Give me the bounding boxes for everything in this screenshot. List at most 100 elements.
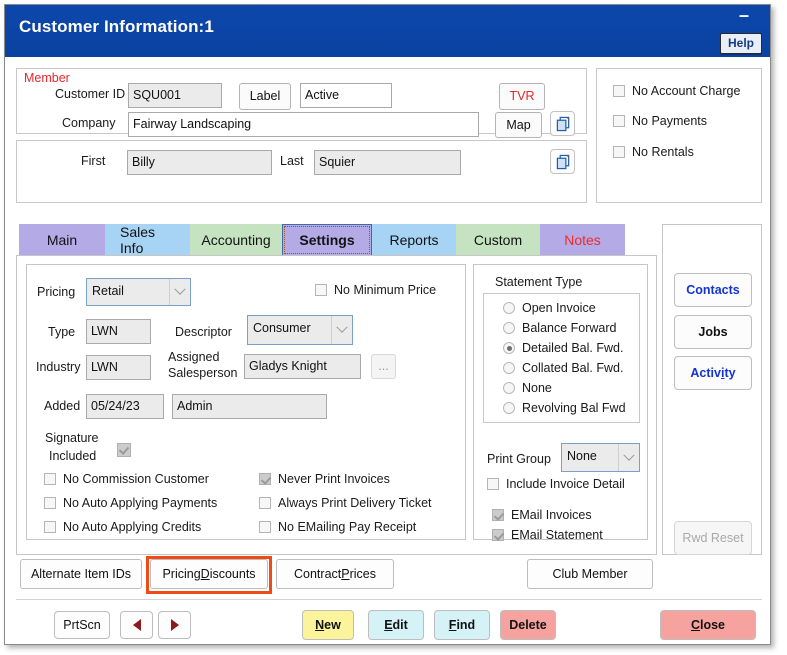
checkbox-no-auto-applying-credits[interactable] (44, 521, 56, 533)
edit-button[interactable]: Edit (368, 610, 424, 640)
last-name-input[interactable]: Squier (314, 150, 461, 175)
contract-prices-label-post: rices (349, 567, 376, 581)
tab-notes[interactable]: Notes (540, 224, 625, 256)
contract-prices-button[interactable]: Contract Prices (276, 559, 394, 589)
tab-custom[interactable]: Custom (456, 224, 540, 256)
next-arrow-icon (170, 619, 179, 631)
checkbox-no-minimum-price[interactable] (315, 284, 327, 296)
prtscn-button[interactable]: PrtScn (54, 611, 110, 639)
checkbox-no-payments[interactable] (613, 115, 625, 127)
contacts-button[interactable]: Contacts (674, 273, 752, 307)
industry-input[interactable]: LWN (86, 355, 151, 380)
include-invoice-detail-row[interactable]: Include Invoice Detail (487, 477, 625, 491)
checkbox-include-invoice-detail[interactable] (487, 478, 499, 490)
map-button[interactable]: Map (495, 112, 542, 138)
tab-main[interactable]: Main (19, 224, 105, 256)
type-input[interactable]: LWN (86, 319, 151, 344)
delete-button[interactable]: Delete (500, 610, 556, 640)
find-button[interactable]: Find (434, 610, 490, 640)
added-by-input[interactable]: Admin (172, 394, 327, 419)
radio-indicator[interactable] (503, 342, 515, 354)
status-input[interactable]: Active (300, 83, 392, 108)
jobs-button[interactable]: Jobs (674, 315, 752, 349)
checkbox-no-account-charge[interactable] (613, 85, 625, 97)
radio-indicator[interactable] (503, 362, 515, 374)
chevron-down-icon[interactable] (331, 316, 352, 344)
flag-no-rentals[interactable]: No Rentals (613, 145, 694, 159)
tab-accounting[interactable]: Accounting (190, 224, 282, 256)
checkbox-email-statement[interactable] (492, 529, 504, 541)
tab-settings[interactable]: Settings (282, 224, 372, 256)
first-name-input[interactable]: Billy (127, 150, 272, 175)
member-label: Member (24, 71, 70, 85)
new-accelerator: N (315, 618, 325, 632)
checkbox-label: No Commission Customer (63, 472, 209, 486)
email-statement-row[interactable]: EMail Statement (492, 528, 603, 542)
always-print-delivery-ticket-row[interactable]: Always Print Delivery Ticket (259, 496, 432, 510)
flag-no-payments[interactable]: No Payments (613, 114, 707, 128)
previous-record-button[interactable] (120, 611, 153, 639)
minimize-button[interactable]: – (734, 6, 754, 29)
radio-none[interactable]: None (503, 381, 552, 395)
flag-no-account-charge[interactable]: No Account Charge (613, 84, 740, 98)
salesperson-browse-button[interactable]: ... (371, 354, 396, 379)
tvr-button[interactable]: TVR (499, 83, 545, 110)
no-emailing-pay-receipt-row[interactable]: No EMailing Pay Receipt (259, 520, 416, 534)
pricing-select[interactable]: Retail (86, 278, 191, 306)
pricing-discounts-label-post: iscounts (209, 567, 256, 581)
find-accelerator: F (448, 618, 457, 632)
radio-detailed-bal-fwd[interactable]: Detailed Bal. Fwd. (503, 341, 623, 355)
copy-icon (556, 154, 570, 170)
close-button[interactable]: Close (660, 610, 756, 640)
tab-reports[interactable]: Reports (372, 224, 456, 256)
checkbox-always-print-delivery-ticket[interactable] (259, 497, 271, 509)
radio-indicator[interactable] (503, 382, 515, 394)
radio-indicator[interactable] (503, 402, 515, 414)
activity-button[interactable]: Activ i ty (674, 356, 752, 390)
customer-id-input[interactable]: SQU001 (128, 83, 222, 108)
never-print-invoices-row[interactable]: Never Print Invoices (259, 472, 390, 486)
chevron-down-icon[interactable] (618, 444, 639, 471)
company-input[interactable]: Fairway Landscaping (128, 112, 479, 137)
checkbox-no-auto-applying-payments[interactable] (44, 497, 56, 509)
radio-balance-forward[interactable]: Balance Forward (503, 321, 617, 335)
radio-indicator[interactable] (503, 302, 515, 314)
customer-id-panel: Member Customer ID SQU001 Label Active T… (16, 68, 587, 138)
checkbox-no-emailing-pay-receipt[interactable] (259, 521, 271, 533)
bottom-toolbar: PrtScn New Edit Find Delete Close (5, 605, 770, 645)
checkbox-label: Include Invoice Detail (506, 477, 625, 491)
descriptor-select[interactable]: Consumer (247, 315, 353, 345)
pricing-label: Pricing (37, 285, 76, 299)
tab-sales-info[interactable]: Sales Info (105, 224, 190, 256)
email-invoices-row[interactable]: EMail Invoices (492, 508, 592, 522)
checkbox-no-commission-customer[interactable] (44, 473, 56, 485)
print-group-select[interactable]: None (561, 443, 640, 472)
copy-name-button[interactable] (550, 149, 575, 174)
pricing-discounts-button[interactable]: Pricing Discounts (150, 559, 268, 589)
no-commission-customer-row[interactable]: No Commission Customer (44, 472, 209, 486)
checkbox-never-print-invoices[interactable] (259, 473, 271, 485)
label-button[interactable]: Label (239, 83, 291, 110)
new-button[interactable]: New (302, 610, 354, 640)
radio-revolving-bal-fwd[interactable]: Revolving Bal Fwd (503, 401, 626, 415)
alternate-item-ids-button[interactable]: Alternate Item IDs (20, 559, 142, 589)
assigned-salesperson-input[interactable]: Gladys Knight (244, 354, 361, 379)
checkbox-no-rentals[interactable] (613, 146, 625, 158)
activity-label-pre: Activ (690, 366, 721, 380)
no-minimum-price-row[interactable]: No Minimum Price (315, 283, 436, 297)
no-auto-applying-payments-row[interactable]: No Auto Applying Payments (44, 496, 217, 510)
help-button[interactable]: Help (719, 33, 762, 54)
chevron-down-icon[interactable] (169, 279, 190, 305)
checkbox-signature-included[interactable] (117, 443, 131, 457)
club-member-button[interactable]: Club Member (527, 559, 653, 589)
rwd-reset-button: Rwd Reset (674, 521, 752, 555)
radio-open-invoice[interactable]: Open Invoice (503, 301, 596, 315)
radio-collated-bal-fwd[interactable]: Collated Bal. Fwd. (503, 361, 623, 375)
no-auto-applying-credits-row[interactable]: No Auto Applying Credits (44, 520, 201, 534)
added-date-input[interactable]: 05/24/23 (86, 394, 164, 419)
copy-icon (556, 116, 570, 132)
copy-company-button[interactable] (550, 111, 575, 136)
next-record-button[interactable] (158, 611, 191, 639)
radio-indicator[interactable] (503, 322, 515, 334)
checkbox-email-invoices[interactable] (492, 509, 504, 521)
